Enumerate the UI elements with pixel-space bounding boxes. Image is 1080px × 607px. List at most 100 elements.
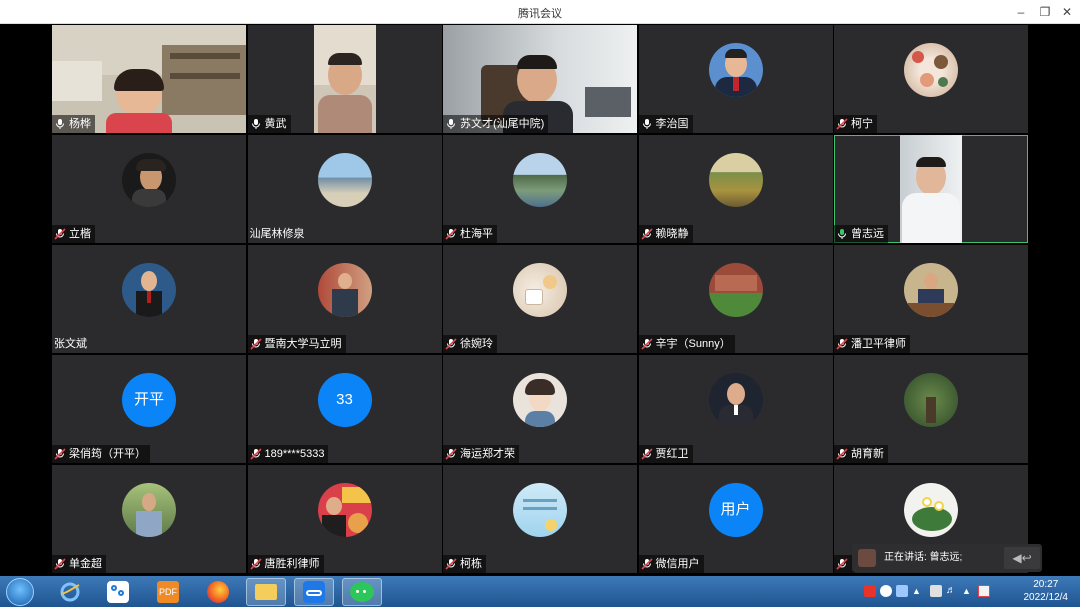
action-center-icon[interactable]	[978, 585, 990, 597]
participant-tile[interactable]: 立楷	[52, 135, 246, 243]
microphone-muted-icon[interactable]	[445, 338, 457, 350]
microphone-muted-icon[interactable]	[836, 558, 848, 570]
restore-button[interactable]: ❐	[1034, 3, 1056, 21]
participant-tile[interactable]: 唐胜利律师	[247, 465, 442, 573]
microphone-icon[interactable]	[445, 118, 457, 130]
participant-name-bar: 杜海平	[443, 225, 497, 243]
microphone-muted-icon[interactable]	[249, 558, 262, 570]
participant-avatar	[904, 373, 958, 427]
participant-name-bar: 曾志远	[834, 225, 888, 243]
signal-icon[interactable]: ▲	[962, 585, 974, 597]
participant-avatar	[513, 483, 567, 537]
system-clock[interactable]: 20:27 2022/12/4	[1024, 578, 1069, 604]
participant-name: 潘卫平律师	[851, 338, 906, 350]
participant-tile[interactable]: 柯宁	[834, 25, 1028, 133]
participant-tile[interactable]: 胡育新	[834, 355, 1028, 463]
microphone-muted-icon[interactable]	[445, 448, 457, 460]
microphone-muted-icon[interactable]	[640, 228, 653, 240]
speaking-label: 正在讲话: 曾志远;	[884, 552, 963, 563]
microphone-muted-icon[interactable]	[836, 118, 848, 130]
microphone-muted-icon[interactable]	[249, 448, 262, 460]
participant-tile[interactable]: 暨南大学马立明	[247, 245, 442, 353]
tray-app-icon[interactable]	[896, 585, 908, 597]
participant-tile[interactable]: 用户 微信用户	[638, 465, 833, 573]
meeting-stage: 杨桦 黄武 苏文才(汕尾中院) 李治国 柯宁 立楷 汕尾林修泉 杜海平 赖晓静 …	[0, 24, 1080, 576]
participant-tile[interactable]: 杜海平	[443, 135, 637, 243]
participant-text-avatar: 用户	[708, 483, 763, 537]
microphone-muted-icon[interactable]	[836, 338, 848, 350]
participant-tile[interactable]: 单金超	[52, 465, 246, 573]
participant-tile[interactable]: 辛宇（Sunny）	[638, 245, 833, 353]
microphone-speaking-icon[interactable]	[836, 228, 848, 240]
participant-name: 胡育新	[851, 448, 884, 460]
microphone-muted-icon[interactable]	[445, 228, 457, 240]
windows-start-icon[interactable]	[6, 578, 34, 606]
participant-tile[interactable]: 贾红卫	[638, 355, 833, 463]
participant-name-bar: 杨桦	[52, 115, 95, 133]
tencent-meeting-icon[interactable]	[294, 578, 334, 606]
speaker-panel-toggle-icon[interactable]: ◀↩	[1004, 547, 1040, 569]
participant-name: 张文斌	[54, 338, 87, 350]
participant-name-bar: 立楷	[52, 225, 95, 243]
participant-name-bar: 胡育新	[834, 445, 888, 463]
microphone-muted-icon[interactable]	[836, 448, 848, 460]
participant-avatar	[904, 483, 958, 537]
participant-video	[313, 25, 376, 133]
system-tray: ▲ ♬ ▲ 20:27 2022/12/4	[850, 576, 1080, 607]
microphone-muted-icon[interactable]	[249, 338, 262, 350]
sogou-input-icon[interactable]	[864, 585, 876, 597]
participant-name-bar: 赖晓静	[638, 225, 693, 243]
participant-tile[interactable]: 开平 梁俏筠（开平）	[52, 355, 246, 463]
participant-tile[interactable]: 张文斌	[52, 245, 246, 353]
participant-tile[interactable]: 潘卫平律师	[834, 245, 1028, 353]
microphone-muted-icon[interactable]	[640, 448, 653, 460]
app-blue-grid-icon[interactable]	[98, 578, 138, 606]
minimize-button[interactable]: –	[1010, 3, 1032, 21]
participant-name: 赖晓静	[655, 228, 689, 240]
participant-tile[interactable]: 海运郑才荣	[443, 355, 637, 463]
participant-tile[interactable]: 33 189****5333	[247, 355, 442, 463]
participant-avatar	[122, 153, 176, 207]
participant-name-bar: 李治国	[638, 115, 693, 133]
volume-icon[interactable]: ♬	[946, 585, 958, 597]
microphone-muted-icon[interactable]	[54, 558, 66, 570]
microphone-icon[interactable]	[54, 118, 66, 130]
show-hidden-icons-icon[interactable]: ▲	[912, 585, 924, 597]
internet-explorer-icon[interactable]	[50, 578, 90, 606]
microphone-muted-icon[interactable]	[54, 228, 66, 240]
participant-name-bar: 苏文才(汕尾中院)	[443, 115, 549, 133]
participant-tile[interactable]: 苏文才(汕尾中院)	[443, 25, 637, 133]
participant-name: 杜海平	[460, 228, 493, 240]
participant-name-bar: 海运郑才荣	[443, 445, 519, 463]
microphone-muted-icon[interactable]	[54, 448, 66, 460]
microphone-muted-icon[interactable]	[640, 338, 653, 350]
microphone-muted-icon[interactable]	[640, 558, 653, 570]
participant-tile[interactable]: 黄武	[247, 25, 442, 133]
close-button[interactable]: ✕	[1056, 3, 1078, 21]
firefox-icon[interactable]	[198, 578, 238, 606]
microphone-icon[interactable]	[250, 118, 262, 130]
participant-name-bar: 梁俏筠（开平）	[52, 445, 150, 463]
participant-tile[interactable]: 汕尾林修泉	[247, 135, 442, 243]
participant-name: 贾红卫	[655, 448, 689, 460]
participant-tile[interactable]: 杨桦	[52, 25, 246, 133]
microphone-icon[interactable]	[641, 118, 653, 130]
participant-avatar	[513, 153, 567, 207]
network-icon[interactable]	[930, 585, 942, 597]
participant-name: 柯宁	[851, 118, 873, 130]
help-icon[interactable]	[880, 585, 892, 597]
foxit-pdf-icon[interactable]: PDF	[148, 578, 188, 606]
participant-tile-active-speaker[interactable]: 曾志远	[834, 135, 1028, 243]
participant-tile[interactable]: 柯栋	[443, 465, 637, 573]
participant-tile[interactable]: 李治国	[638, 25, 833, 133]
participant-avatar	[708, 263, 763, 317]
participant-name-bar: 辛宇（Sunny）	[638, 335, 735, 353]
file-explorer-icon[interactable]	[246, 578, 286, 606]
participant-name-bar: 徐婉玲	[443, 335, 497, 353]
wechat-icon[interactable]	[342, 578, 382, 606]
participant-name: 柯栋	[460, 558, 482, 570]
microphone-muted-icon[interactable]	[445, 558, 457, 570]
participant-tile[interactable]: 赖晓静	[638, 135, 833, 243]
participant-tile[interactable]: 徐婉玲	[443, 245, 637, 353]
participant-avatar	[317, 153, 372, 207]
